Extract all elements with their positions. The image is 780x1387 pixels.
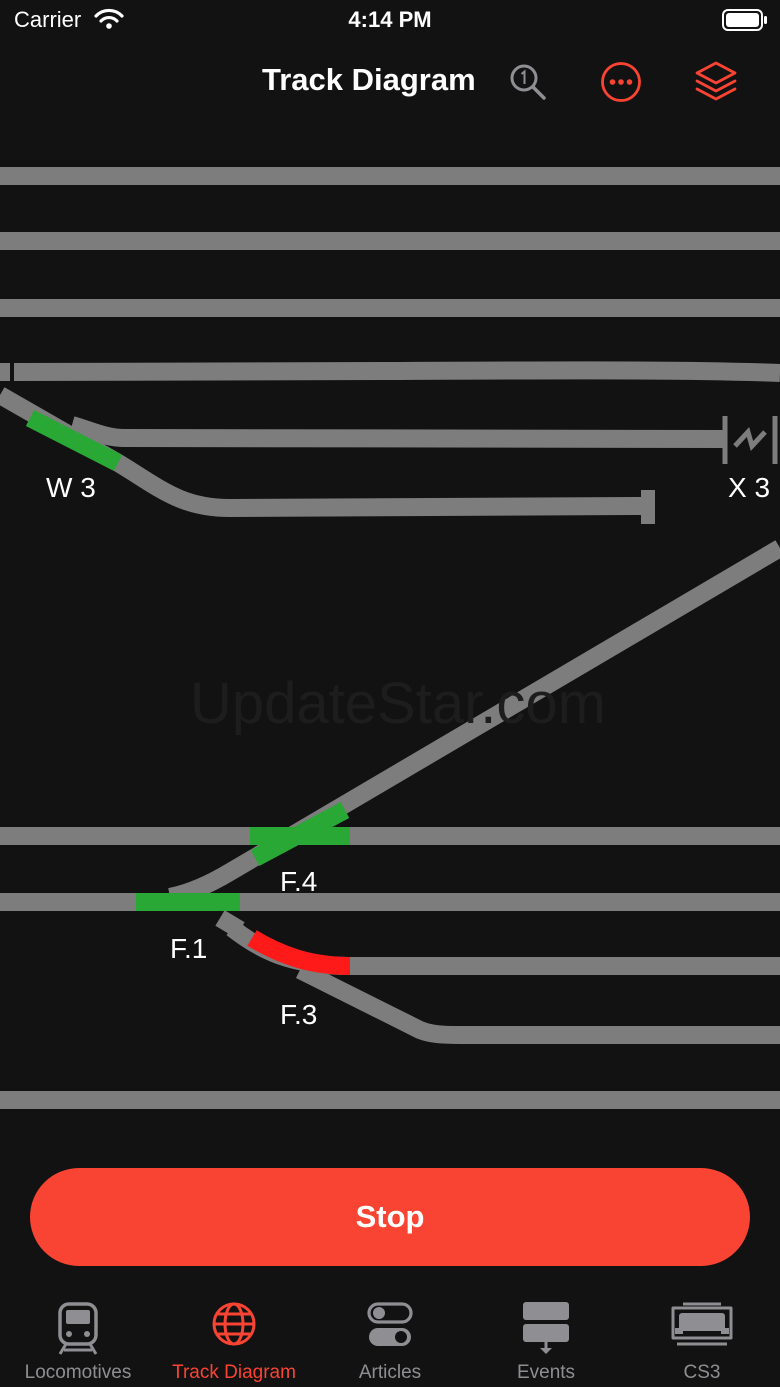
tab-label: Articles (358, 1362, 422, 1383)
track-line (13, 361, 780, 382)
watermark: UpdateStar.com (190, 671, 606, 736)
switch-label-w3[interactable]: W 3 (46, 472, 96, 504)
tab-label: Locomotives (24, 1362, 132, 1383)
switch-label-f1[interactable]: F.1 (170, 933, 207, 965)
nav-bar: Track Diagram (0, 44, 780, 120)
alert-segment (247, 930, 351, 975)
search-button[interactable] (502, 56, 554, 108)
track-line (295, 961, 780, 1044)
track-layout (0, 167, 780, 1109)
page-title: Track Diagram (262, 62, 476, 97)
battery-icon (722, 9, 767, 31)
events-icon (523, 1302, 569, 1354)
layers-icon (695, 61, 737, 101)
cs3-icon (671, 1302, 733, 1346)
more-icon (601, 62, 641, 102)
switch-label-f4[interactable]: F.4 (280, 866, 317, 898)
status-bar: Carrier 4:14 PM (0, 0, 780, 44)
track-line (215, 910, 245, 938)
track-diagram-canvas[interactable]: UpdateStar.com W 3 X 3 F.4 F.1 F.3 (0, 120, 780, 1160)
tab-label: Events (516, 1362, 576, 1383)
toggle-icon (367, 1302, 413, 1346)
tab-cs3[interactable]: CS3 (624, 1290, 780, 1387)
tab-bar: Locomotives Track Diagram Articles Event… (0, 1290, 780, 1387)
track-line (110, 453, 646, 518)
tab-events[interactable]: Events (468, 1290, 624, 1387)
track-break-x3 (722, 416, 778, 464)
train-icon (58, 1302, 98, 1355)
tab-label: Track Diagram (172, 1362, 296, 1383)
globe-icon (212, 1302, 256, 1346)
stop-button[interactable]: Stop (30, 1168, 750, 1266)
switch-label-x3[interactable]: X 3 (728, 472, 770, 504)
tab-articles[interactable]: Articles (312, 1290, 468, 1387)
more-button[interactable] (595, 56, 647, 108)
tab-locomotives[interactable]: Locomotives (0, 1290, 156, 1387)
track-line (69, 416, 726, 448)
clock: 4:14 PM (348, 7, 432, 32)
tab-label: CS3 (683, 1362, 721, 1383)
tab-track-diagram[interactable]: Track Diagram (156, 1290, 312, 1387)
switch-label-f3[interactable]: F.3 (280, 999, 317, 1031)
layers-button[interactable] (690, 56, 742, 108)
stop-button-label: Stop (355, 1199, 425, 1234)
search-icon (510, 64, 546, 100)
